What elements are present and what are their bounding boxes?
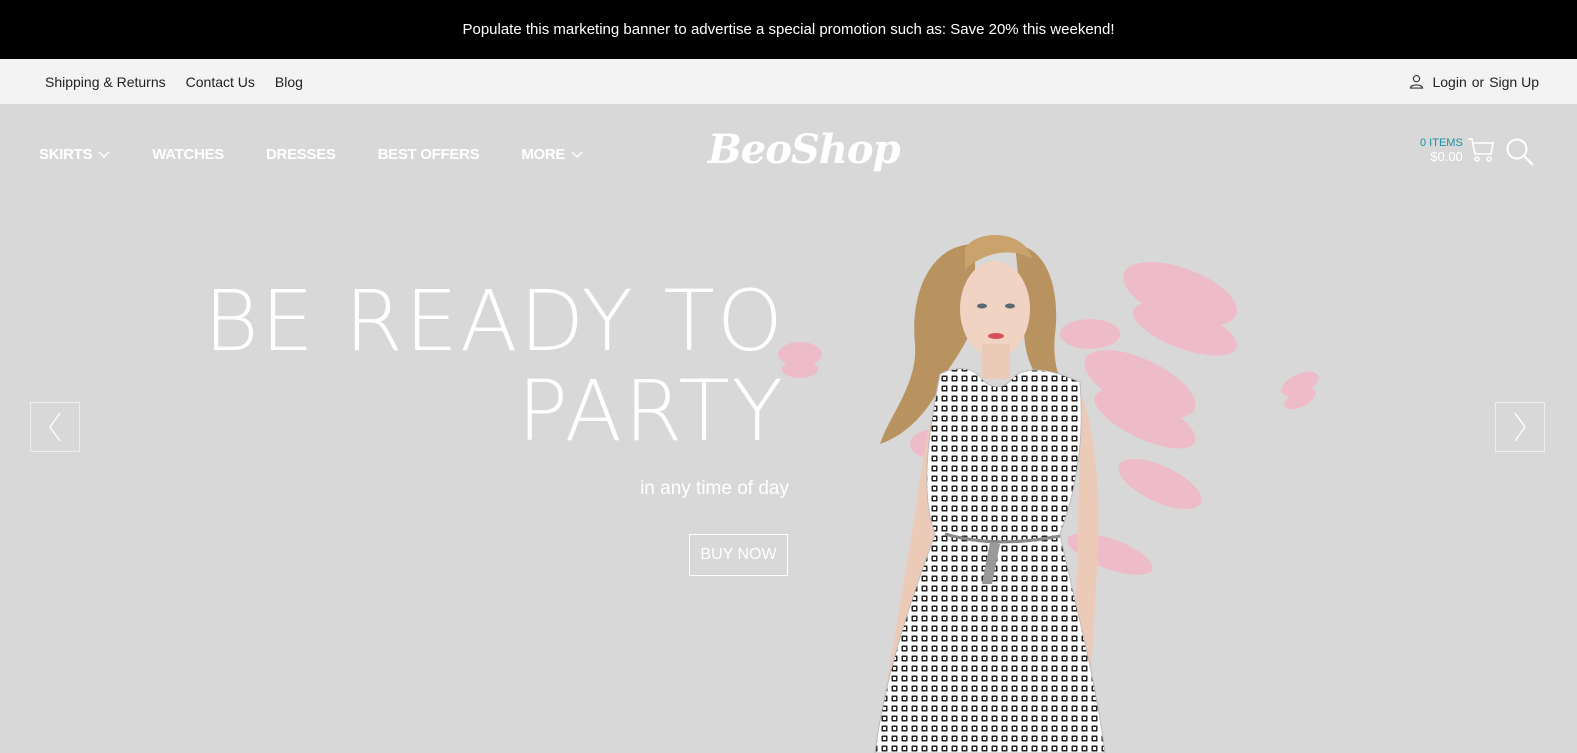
shipping-returns-link[interactable]: Shipping & Returns	[45, 74, 166, 90]
nav-item-label: DRESSES	[266, 146, 336, 163]
hero-headline: BE READY TO PARTY	[204, 276, 785, 456]
hero-tagline: in any time of day	[640, 478, 789, 499]
nav-item-label: BEST OFFERS	[377, 146, 480, 163]
hero-headline-line1: BE READY TO	[203, 272, 785, 370]
search-icon[interactable]	[1505, 137, 1535, 167]
chevron-down-icon	[98, 150, 110, 158]
hero-image	[778, 235, 1319, 753]
main-nav: SKIRTS WATCHES DRESSES BEST OFFERS MORE	[39, 146, 583, 163]
contact-us-link[interactable]: Contact Us	[186, 74, 255, 90]
nav-item-skirts[interactable]: SKIRTS	[39, 146, 110, 163]
chevron-down-icon	[571, 150, 583, 158]
slider-prev-button[interactable]	[30, 402, 80, 452]
utility-bar: Shipping & Returns Contact Us Blog Login…	[0, 59, 1577, 104]
nav-item-watches[interactable]: WATCHES	[152, 146, 224, 163]
chevron-right-icon	[1514, 412, 1526, 442]
cart-summary: 0 ITEMS $0.00	[1420, 136, 1463, 164]
nav-item-label: MORE	[521, 146, 566, 163]
buy-now-button[interactable]: BUY NOW	[689, 534, 788, 576]
nav-item-dresses[interactable]: DRESSES	[266, 146, 336, 163]
nav-item-label: SKIRTS	[39, 146, 93, 163]
utility-links: Shipping & Returns Contact Us Blog	[45, 74, 303, 90]
slider-next-button[interactable]	[1495, 402, 1545, 452]
or-text: or	[1471, 73, 1485, 90]
blog-link[interactable]: Blog	[275, 74, 303, 90]
auth-links: Login or Sign Up	[1409, 74, 1539, 90]
user-icon	[1410, 75, 1424, 89]
cart-button[interactable]: 0 ITEMS $0.00	[1420, 136, 1495, 164]
promo-banner: Populate this marketing banner to advert…	[0, 0, 1577, 59]
site-logo[interactable]: BeoShop	[708, 126, 901, 173]
cart-icon	[1467, 138, 1494, 162]
nav-item-best-offers[interactable]: BEST OFFERS	[378, 146, 480, 163]
signup-link[interactable]: Sign Up	[1489, 74, 1539, 90]
hero-headline-line2: PARTY	[517, 362, 785, 460]
chevron-left-icon	[49, 412, 61, 442]
cart-total: $0.00	[1430, 149, 1463, 164]
promo-text: Populate this marketing banner to advert…	[462, 21, 1115, 38]
login-link[interactable]: Login	[1432, 74, 1466, 90]
nav-item-more[interactable]: MORE	[521, 146, 583, 163]
nav-item-label: WATCHES	[152, 146, 225, 163]
cart-count: 0 ITEMS	[1420, 137, 1463, 149]
hero-slider: SKIRTS WATCHES DRESSES BEST OFFERS MORE …	[0, 104, 1577, 753]
